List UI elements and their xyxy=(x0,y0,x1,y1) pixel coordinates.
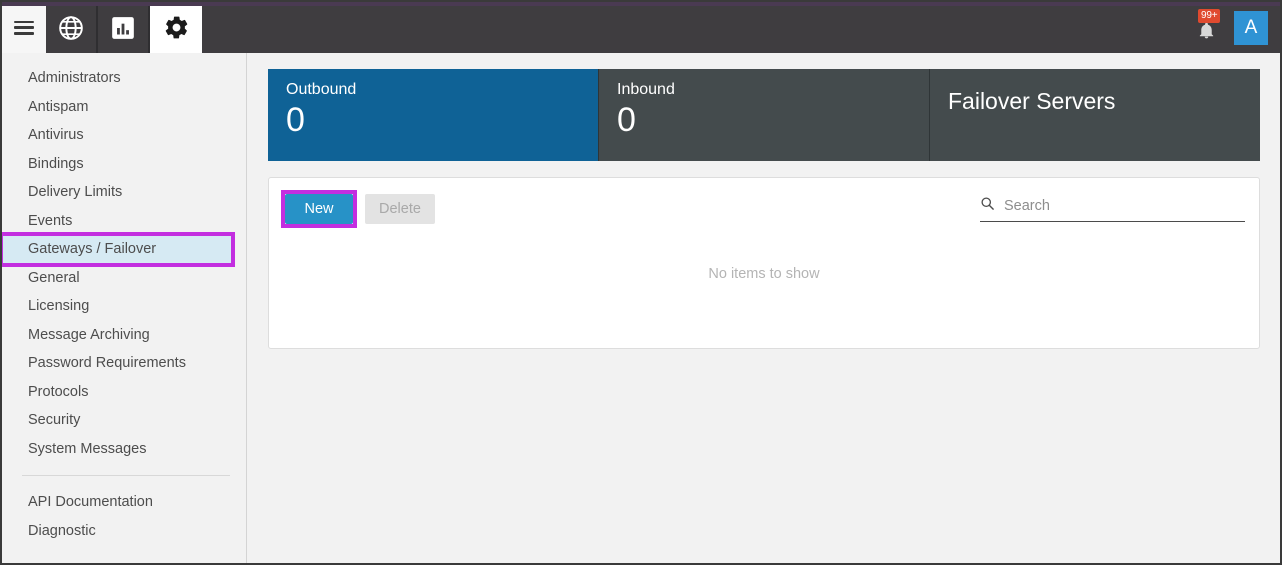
tile-failover-servers-label: Failover Servers xyxy=(948,88,1116,114)
tab-settings[interactable] xyxy=(150,2,202,53)
sidebar-item-antivirus[interactable]: Antivirus xyxy=(2,121,232,150)
sidebar-item-password-requirements[interactable]: Password Requirements xyxy=(2,349,232,378)
search-icon xyxy=(980,196,1004,216)
bell-icon xyxy=(1197,21,1216,45)
search-input[interactable] xyxy=(1004,198,1245,214)
notification-badge: 99+ xyxy=(1198,8,1221,23)
delete-button[interactable]: Delete xyxy=(365,194,435,224)
search-container xyxy=(980,196,1245,222)
tile-failover-servers[interactable]: Failover Servers xyxy=(929,69,1260,161)
topbar-accent-strip xyxy=(2,2,1280,6)
sidebar-item-administrators[interactable]: Administrators xyxy=(2,64,232,93)
globe-icon xyxy=(58,15,84,41)
tile-outbound[interactable]: Outbound 0 xyxy=(268,69,598,161)
content-card: New Delete No items to show xyxy=(268,177,1260,349)
summary-tiles: Outbound 0 Inbound 0 Failover Servers xyxy=(268,69,1260,161)
sidebar-item-delivery-limits[interactable]: Delivery Limits xyxy=(2,178,232,207)
gear-icon xyxy=(163,14,190,41)
sidebar-item-bindings[interactable]: Bindings xyxy=(2,150,232,179)
main-content: Outbound 0 Inbound 0 Failover Servers Ne… xyxy=(248,53,1280,563)
sidebar-item-api-documentation[interactable]: API Documentation xyxy=(2,488,232,517)
tab-reports[interactable] xyxy=(98,2,150,53)
sidebar-item-diagnostic[interactable]: Diagnostic xyxy=(2,517,232,546)
sidebar-item-antispam[interactable]: Antispam xyxy=(2,93,232,122)
tile-inbound[interactable]: Inbound 0 xyxy=(598,69,929,161)
sidebar-item-general[interactable]: General xyxy=(2,264,232,293)
sidebar-item-events[interactable]: Events xyxy=(2,207,232,236)
sidebar-item-protocols[interactable]: Protocols xyxy=(2,378,232,407)
sidebar-item-message-archiving[interactable]: Message Archiving xyxy=(2,321,232,350)
new-button[interactable]: New xyxy=(285,194,353,224)
sidebar-divider xyxy=(22,475,230,476)
tile-inbound-label: Inbound xyxy=(617,81,675,98)
tab-globe[interactable] xyxy=(46,2,98,53)
user-avatar[interactable]: A xyxy=(1234,10,1268,45)
sidebar-item-licensing[interactable]: Licensing xyxy=(2,292,232,321)
empty-state-message: No items to show xyxy=(708,266,820,282)
topbar-actions: 99+ A xyxy=(1192,2,1280,53)
new-button-highlight: New xyxy=(281,190,357,228)
sidebar-item-gateways-failover[interactable]: Gateways / Failover xyxy=(2,232,235,267)
bar-chart-icon xyxy=(110,15,136,41)
sidebar-item-system-messages[interactable]: System Messages xyxy=(2,435,232,464)
app-window: 99+ A Administrators Antispam Antivirus … xyxy=(0,0,1282,565)
hamburger-icon xyxy=(14,20,34,35)
notifications-button[interactable]: 99+ xyxy=(1192,8,1221,45)
sidebar-list: Administrators Antispam Antivirus Bindin… xyxy=(2,53,246,545)
tile-inbound-value: 0 xyxy=(617,101,636,139)
tile-outbound-value: 0 xyxy=(286,101,305,139)
hamburger-menu-button[interactable] xyxy=(2,2,46,53)
tile-outbound-label: Outbound xyxy=(286,81,357,98)
sidebar: Administrators Antispam Antivirus Bindin… xyxy=(2,53,247,563)
sidebar-item-security[interactable]: Security xyxy=(2,406,232,435)
top-bar: 99+ A xyxy=(2,2,1280,53)
